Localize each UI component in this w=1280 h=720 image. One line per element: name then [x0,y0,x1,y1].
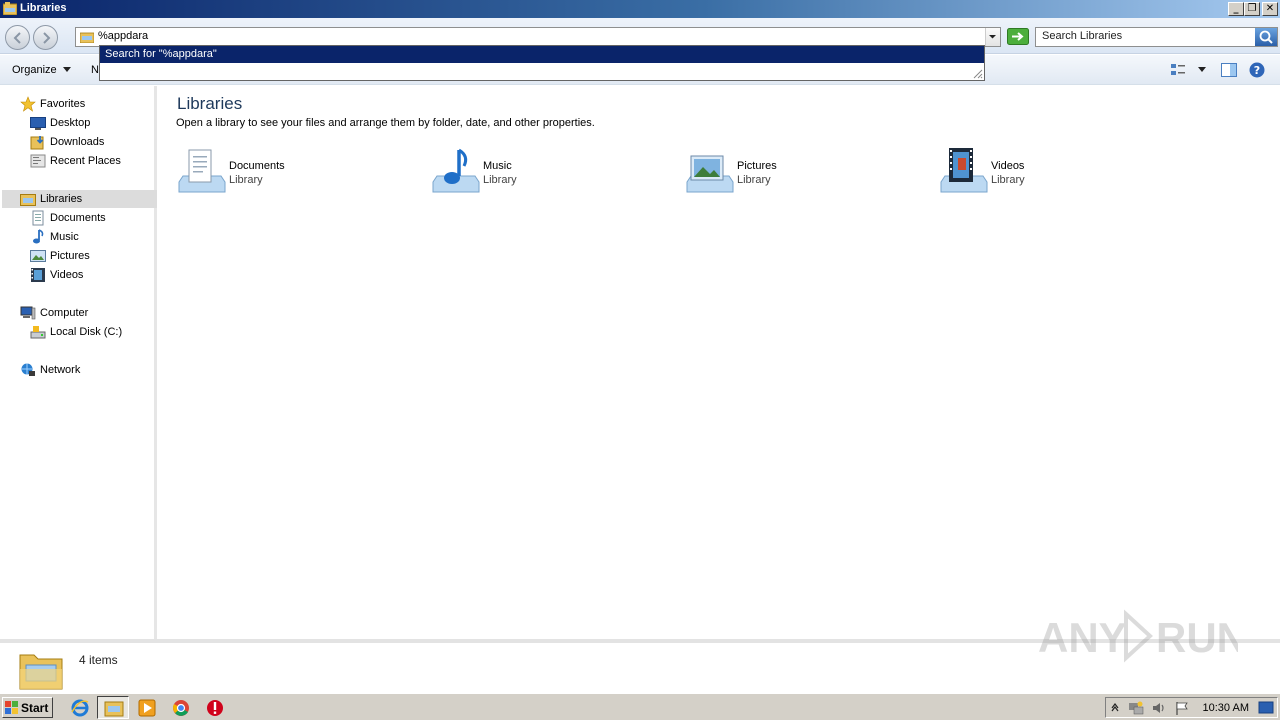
libraries-folder-icon [20,194,36,206]
chevron-down-icon[interactable] [1198,67,1206,73]
chrome-icon[interactable] [171,698,191,718]
media-player-icon[interactable] [137,698,157,718]
chevron-down-icon [989,35,996,39]
network-icon [21,363,35,376]
computer-icon [20,306,36,320]
minimize-button[interactable]: _ [1228,2,1244,16]
volume-icon[interactable] [1151,700,1167,716]
address-text[interactable]: %appdara [98,30,148,42]
videos-icon [31,268,45,282]
recent-places-icon [30,154,46,168]
music-library-icon [432,148,480,193]
search-placeholder: Search Libraries [1042,30,1123,42]
window-title-bar[interactable]: Libraries _ ❐ ✕ [0,0,1280,18]
change-view-icon[interactable] [1170,63,1186,77]
internet-explorer-icon[interactable] [70,698,90,718]
documents-library-icon [178,149,226,193]
new-library-button[interactable]: N [91,64,99,76]
svg-text:RUN: RUN [1156,614,1238,661]
explorer-folder-icon [104,701,124,717]
forward-arrow-icon [43,32,51,44]
help-icon[interactable]: ? [1249,62,1265,78]
address-autocomplete-dropdown[interactable]: Search for "%appdara" [99,45,985,81]
item-count: 4 items [79,653,118,667]
search-button[interactable] [1255,28,1277,46]
local-disk-icon [30,326,46,339]
window-title: Libraries [20,2,67,14]
library-item-videos[interactable]: Videos Library [939,144,1179,200]
pictures-icon [30,250,46,262]
back-arrow-icon [13,32,21,44]
flag-icon[interactable] [1174,700,1190,716]
search-icon [1259,30,1273,44]
close-button[interactable]: ✕ [1262,2,1278,16]
downloads-folder-icon [30,136,44,150]
taskbar-explorer-button[interactable] [97,696,129,719]
forward-button[interactable] [33,25,58,50]
start-button[interactable]: Start [2,697,53,718]
preview-pane-icon[interactable] [1221,63,1237,77]
page-description: Open a library to see your files and arr… [176,117,595,129]
star-icon [20,96,36,112]
desktop-icon [30,117,46,130]
windows-logo-icon [5,701,18,714]
libraries-folder-large-icon [19,654,63,690]
navigation-pane: Favorites Desktop Downloads Recent Place… [0,86,157,639]
music-note-icon [33,229,44,244]
autocomplete-suggestion[interactable]: Search for "%appdara" [100,46,984,63]
opera-icon[interactable] [205,698,225,718]
svg-text:?: ? [1254,64,1260,77]
libraries-folder-icon [80,32,94,43]
page-title: Libraries [177,94,243,113]
resize-grip-icon[interactable] [971,67,983,79]
taskbar: Start 10:30 AM [0,693,1280,720]
svg-text:ANY: ANY [1038,614,1127,661]
action-center-icon[interactable] [1128,700,1144,716]
content-pane: Libraries Open a library to see your fil… [160,86,1280,639]
anyrun-watermark: ANY RUN [1038,606,1247,666]
address-history-dropdown[interactable] [985,28,1000,46]
chevron-down-icon [63,67,71,72]
system-tray: 10:30 AM [1105,697,1278,718]
documents-icon [32,210,44,226]
library-item-pictures[interactable]: Pictures Library [685,144,925,200]
videos-library-icon [940,148,988,193]
show-desktop-icon[interactable] [1258,701,1274,715]
show-hidden-icons-icon[interactable] [1110,701,1120,713]
libraries-folder-icon [3,2,17,15]
restore-button[interactable]: ❐ [1244,2,1260,16]
back-button[interactable] [5,25,30,50]
library-item-music[interactable]: Music Library [431,144,671,200]
anyrun-logo: ANY RUN [1038,609,1247,663]
organize-menu[interactable]: Organize [12,64,57,76]
pictures-library-icon [686,155,734,193]
go-arrow-icon[interactable] [1007,28,1029,45]
search-input[interactable]: Search Libraries [1035,27,1278,47]
clock[interactable]: 10:30 AM [1203,702,1249,714]
address-input[interactable]: %appdara [75,27,1001,47]
library-item-documents[interactable]: Documents Library [177,144,417,200]
